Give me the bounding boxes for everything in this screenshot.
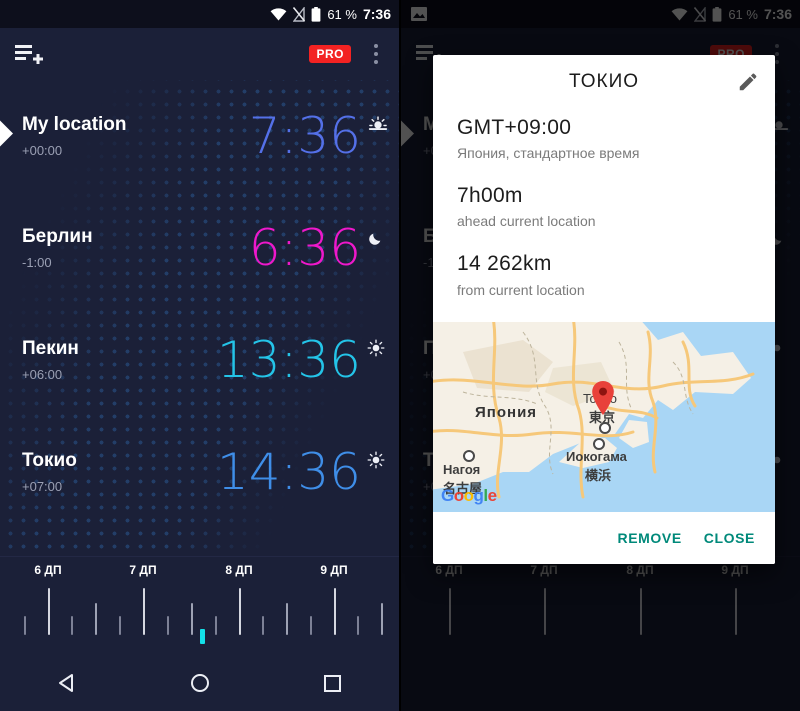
fact-label: ahead current location (457, 213, 596, 230)
clock-city-name: Пекин (22, 338, 79, 360)
sun-icon (367, 337, 389, 359)
fact-label: from current location (457, 281, 585, 298)
playlist-add-icon[interactable] (14, 41, 44, 67)
dialog-header: ТОКИО (433, 55, 775, 109)
dialog-facts: GMT+09:00 Япония, стандартное время 7h00… (433, 109, 775, 322)
timeline-label: 9 ДП (320, 563, 348, 577)
clock-list: My location +00:00 7:36 Берлин -1:00 6:3… (0, 80, 399, 556)
fact-value: 14 262km (457, 252, 552, 276)
sun-icon (367, 449, 389, 471)
timeline-labels: 6 ДП 7 ДП 8 ДП 9 ДП (0, 557, 399, 583)
clock-city-name: Токио (22, 450, 77, 472)
fact-timezone: GMT+09:00 Япония, стандартное время (457, 115, 751, 161)
home-circle-icon[interactable] (172, 663, 228, 703)
battery-icon (311, 6, 321, 22)
clock-city-name: Берлин (22, 226, 93, 248)
city-detail-dialog: ТОКИО GMT+09:00 Япония, стандартное врем… (433, 55, 775, 564)
clock-row-tokyo[interactable]: Токио +07:00 14:36 (0, 416, 399, 528)
map-city-dot-tokyo (599, 421, 611, 434)
phone-screen-left: 61 % 7:36 PRO My location +00:00 7:36 Бе… (0, 0, 399, 711)
timeline-label: 7 ДП (129, 563, 157, 577)
pro-badge[interactable]: PRO (309, 45, 351, 63)
battery-percent: 61 % (327, 6, 357, 22)
signal-off-icon (292, 5, 306, 22)
clock-time: 7:36 (248, 107, 361, 165)
dialog-actions: REMOVE CLOSE (433, 511, 775, 564)
clock-row-berlin[interactable]: Берлин -1:00 6:36 (0, 192, 399, 304)
timeline-ruler[interactable]: 6 ДП 7 ДП 8 ДП 9 ДП (0, 556, 399, 656)
app-toolbar: PRO (0, 28, 399, 80)
fact-value: GMT+09:00 (457, 116, 572, 139)
fact-distance: 14 262km from current location (457, 251, 751, 297)
fact-label: Япония, стандартное время (457, 145, 640, 162)
clock-time: 6:36 (248, 219, 361, 277)
pencil-icon[interactable] (735, 69, 761, 95)
status-bar: 61 % 7:36 (0, 0, 399, 28)
timeline-label: 8 ДП (225, 563, 253, 577)
clock-row-beijing[interactable]: Пекин +06:00 13:36 (0, 304, 399, 416)
map-city-dot-nagoya (463, 449, 475, 462)
dialog-title: ТОКИО (568, 71, 640, 92)
timeline-label: 6 ДП (34, 563, 62, 577)
close-button[interactable]: CLOSE (704, 530, 755, 546)
dual-screenshot: 61 % 7:36 PRO My location +00:00 7:36 Бе… (0, 0, 800, 711)
phone-screen-right: 61 % 7:36 PRO (399, 0, 800, 711)
map-city-yokohama-jp: 横浜 (585, 467, 612, 483)
clock-offset: -1:00 (22, 254, 52, 270)
clock-time: 14:36 (216, 443, 361, 501)
location-map[interactable]: Япония Tokyo 東京 Иокогама 横浜 Нагоя 名古屋 Go… (433, 321, 775, 512)
wifi-icon (270, 7, 287, 21)
fact-value: 7h00m (457, 184, 523, 208)
recents-square-icon[interactable] (305, 663, 361, 703)
android-nav-bar (0, 655, 399, 711)
map-pin-icon (590, 380, 616, 416)
clock-city-name: My location (22, 114, 127, 136)
overflow-menu-icon[interactable] (365, 39, 387, 69)
back-triangle-icon[interactable] (39, 663, 95, 703)
fact-time-difference: 7h00m ahead current location (457, 183, 751, 229)
clock-offset: +06:00 (22, 366, 63, 382)
clock-offset: +07:00 (22, 478, 63, 494)
map-city-nagoya: Нагоя (443, 461, 481, 477)
map-country-label: Япония (475, 403, 538, 421)
status-bar-clock: 7:36 (362, 6, 391, 22)
clock-offset: +00:00 (22, 142, 63, 158)
remove-button[interactable]: REMOVE (617, 530, 681, 546)
map-city-yokohama: Иокогама (566, 448, 627, 464)
moon-icon (367, 225, 389, 247)
selected-indicator-icon (0, 120, 16, 152)
timeline-ticks (0, 583, 399, 644)
current-time-marker (200, 629, 205, 644)
sunrise-icon (367, 113, 389, 135)
clock-row-my-location[interactable]: My location +00:00 7:36 (0, 80, 399, 192)
clock-time: 13:36 (216, 331, 361, 389)
google-watermark: Google (441, 485, 497, 505)
